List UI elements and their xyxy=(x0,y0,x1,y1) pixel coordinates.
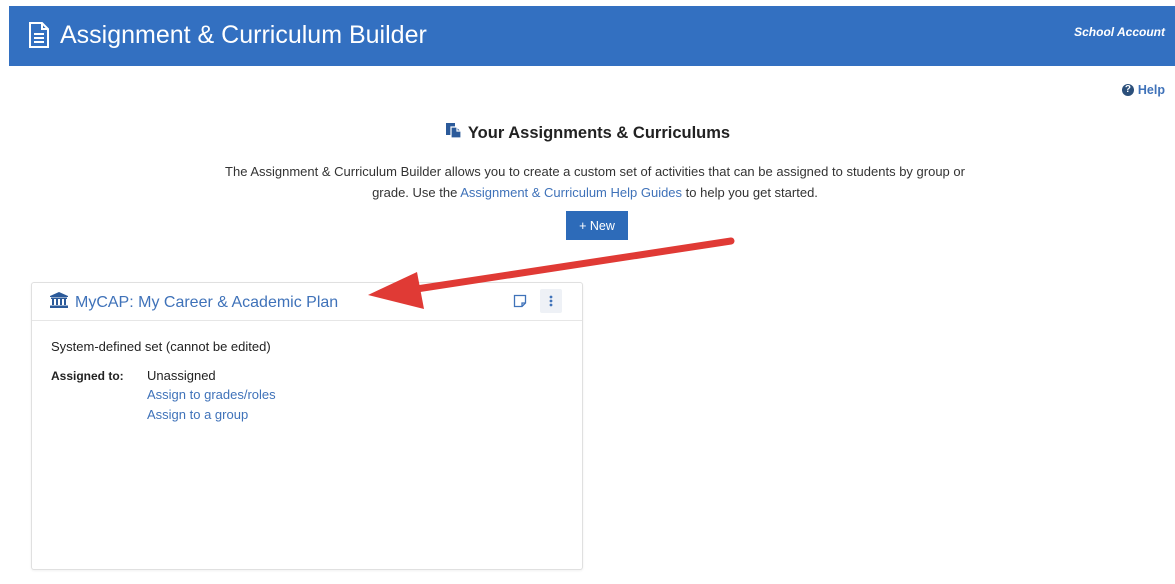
assigned-to-label: Assigned to: xyxy=(51,369,124,383)
assign-group-link[interactable]: Assign to a group xyxy=(147,407,248,422)
new-button[interactable]: + New xyxy=(566,211,628,240)
institution-icon xyxy=(50,292,68,313)
page-title: Assignment & Curriculum Builder xyxy=(60,21,427,49)
app-header: Assignment & Curriculum Builder School A… xyxy=(9,6,1175,66)
curriculum-card: MyCAP: My Career & Academic Plan System-… xyxy=(31,282,583,570)
left-margin xyxy=(0,0,9,584)
note-icon[interactable] xyxy=(513,294,527,308)
card-title-text: MyCAP: My Career & Academic Plan xyxy=(75,293,339,311)
question-circle-icon: ? xyxy=(1121,84,1134,96)
assign-grades-link[interactable]: Assign to grades/roles xyxy=(147,387,276,402)
help-label: Help xyxy=(1137,83,1165,97)
help-guides-link[interactable]: Assignment & Curriculum Help Guides xyxy=(460,185,682,200)
document-icon xyxy=(28,22,50,48)
more-options-button[interactable] xyxy=(540,289,562,313)
card-description: System-defined set (cannot be edited) xyxy=(51,339,271,354)
card-header: MyCAP: My Career & Academic Plan xyxy=(32,283,582,321)
intro-text: The Assignment & Curriculum Builder allo… xyxy=(220,161,970,203)
section-title-text: Your Assignments & Curriculums xyxy=(467,123,731,142)
help-link[interactable]: ? Help xyxy=(1121,83,1165,97)
copy-documents-icon xyxy=(445,122,462,144)
account-label[interactable]: School Account xyxy=(1074,25,1165,39)
section-title: Your Assignments & Curriculums xyxy=(0,122,1175,144)
assigned-status: Unassigned xyxy=(147,368,216,383)
card-title-link[interactable]: MyCAP: My Career & Academic Plan xyxy=(50,292,338,313)
vertical-dots-icon xyxy=(549,295,553,307)
intro-text-end: to help you get started. xyxy=(682,185,818,200)
